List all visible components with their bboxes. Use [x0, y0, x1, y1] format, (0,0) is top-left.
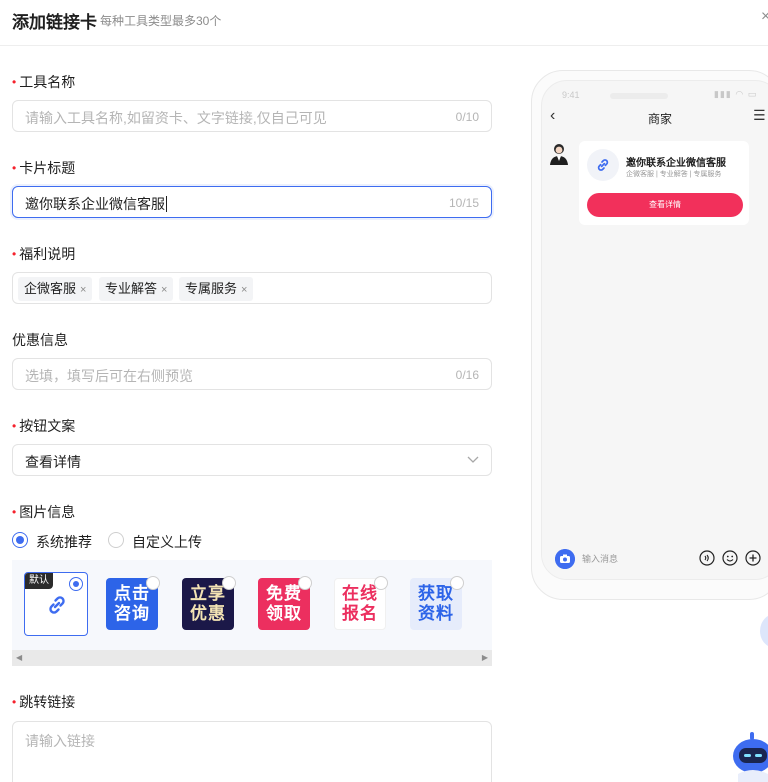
dialog-title: 添加链接卡: [12, 13, 97, 32]
required-mark: •: [12, 695, 17, 709]
benefit-tag: 专属服务 ×: [179, 277, 254, 301]
image-gallery: 默认 点击 咨询 立享 优惠 免费 领取 在线 报名 获取 资料: [12, 560, 492, 650]
discount-label: 优惠信息: [12, 332, 68, 348]
link-icon: [49, 596, 65, 614]
thumb-click-consult[interactable]: 点击 咨询: [100, 572, 164, 636]
required-mark: •: [12, 75, 17, 89]
jump-link-placeholder: 请输入链接: [25, 733, 95, 749]
camera-icon[interactable]: [555, 549, 575, 569]
dialog-subtitle: 每种工具类型最多30个: [100, 14, 222, 28]
thumb-radio[interactable]: [298, 576, 312, 590]
gallery-scrollbar[interactable]: ◀ ▶: [12, 650, 492, 666]
radio-system-label[interactable]: 系统推荐: [36, 532, 92, 552]
thumb-radio[interactable]: [450, 576, 464, 590]
button-text-label: • 按钮文案: [12, 418, 76, 434]
radio-system[interactable]: [12, 532, 28, 548]
floating-help-bubble[interactable]: [760, 614, 768, 648]
required-mark: •: [12, 419, 17, 433]
close-icon[interactable]: ×: [761, 8, 768, 26]
thumb-radio[interactable]: [146, 576, 160, 590]
card-title-label: • 卡片标题: [12, 160, 76, 176]
discount-input[interactable]: 选填，填写后可在右侧预览 0/16: [12, 358, 492, 390]
chat-title: 商家: [647, 112, 672, 126]
thumb-default[interactable]: 默认: [24, 572, 88, 636]
tool-name-input[interactable]: 请输入工具名称,如留资卡、文字链接,仅自己可见 0/10: [12, 100, 492, 132]
tool-name-counter: 0/10: [455, 110, 479, 124]
button-text-select[interactable]: 查看详情: [12, 444, 492, 476]
jump-link-input[interactable]: 请输入链接: [12, 721, 492, 782]
thumb-radio[interactable]: [222, 576, 236, 590]
status-notch: [610, 93, 668, 99]
close-icon[interactable]: ×: [80, 284, 86, 296]
radio-custom-label[interactable]: 自定义上传: [132, 532, 202, 552]
card-title-counter: 10/15: [448, 196, 479, 210]
card-title-input[interactable]: 邀你联系企业微信客服 10/15: [12, 186, 492, 218]
tool-name-label: • 工具名称: [12, 74, 76, 90]
status-time: 9:41: [562, 90, 580, 100]
thumb-get-material[interactable]: 获取 资料: [404, 572, 468, 636]
scroll-right-icon[interactable]: ▶: [482, 653, 488, 662]
card-title-value: 邀你联系企业微信客服: [25, 196, 167, 212]
chat-message-input[interactable]: 输入消息: [582, 550, 694, 568]
menu-icon[interactable]: ☰: [753, 107, 766, 124]
thumb-radio[interactable]: [69, 577, 83, 591]
phone-screen: 9:41 ▮▮▮ ◠ ▭ ‹ 商家 ☰ 邀你联系企业微信客服 企微客服 | 专业…: [541, 80, 768, 580]
close-icon[interactable]: ×: [241, 284, 247, 296]
image-info-label: • 图片信息: [12, 504, 76, 520]
tool-name-placeholder: 请输入工具名称,如留资卡、文字链接,仅自己可见: [25, 110, 327, 126]
button-text-value: 查看详情: [25, 454, 81, 470]
card-cta-button[interactable]: 查看详情: [587, 193, 743, 217]
benefits-tag-input[interactable]: 企微客服 × 专业解答 × 专属服务 ×: [12, 272, 492, 304]
required-mark: •: [12, 505, 17, 519]
thumb-radio[interactable]: [374, 576, 388, 590]
link-icon: [597, 159, 609, 171]
thumb-instant-discount[interactable]: 立享 优惠: [176, 572, 240, 636]
emoji-icon[interactable]: [722, 550, 738, 566]
benefits-label: • 福利说明: [12, 246, 76, 262]
radio-custom[interactable]: [108, 532, 124, 548]
thumb-online-signup[interactable]: 在线 报名: [328, 572, 392, 636]
discount-counter: 0/16: [455, 368, 479, 382]
benefit-tag: 专业解答 ×: [99, 277, 174, 301]
card-desc-preview: 企微客服 | 专业解答 | 专属服务: [626, 171, 722, 178]
required-mark: •: [12, 247, 17, 261]
default-badge: 默认: [25, 573, 53, 589]
plus-circle-icon[interactable]: [745, 550, 761, 566]
benefit-tag: 企微客服 ×: [18, 277, 93, 301]
card-icon: [587, 149, 619, 181]
voice-icon[interactable]: [699, 550, 715, 566]
jump-link-label: • 跳转链接: [12, 694, 76, 710]
status-icons: ▮▮▮ ◠ ▭: [714, 89, 758, 99]
dialog-header: 添加链接卡 每种工具类型最多30个 ×: [0, 0, 768, 46]
discount-placeholder: 选填，填写后可在右侧预览: [25, 368, 193, 384]
assistant-robot-icon[interactable]: [730, 730, 768, 782]
chevron-down-icon: [467, 456, 479, 463]
chat-input-bar: 输入消息: [542, 541, 768, 579]
card-title-preview: 邀你联系企业微信客服: [626, 158, 726, 169]
close-icon[interactable]: ×: [161, 284, 167, 296]
link-card-preview[interactable]: 邀你联系企业微信客服 企微客服 | 专业解答 | 专属服务 查看详情: [579, 141, 749, 225]
thumb-free-claim[interactable]: 免费 领取: [252, 572, 316, 636]
scroll-left-icon[interactable]: ◀: [16, 653, 22, 662]
avatar: [550, 144, 568, 165]
required-mark: •: [12, 161, 17, 175]
